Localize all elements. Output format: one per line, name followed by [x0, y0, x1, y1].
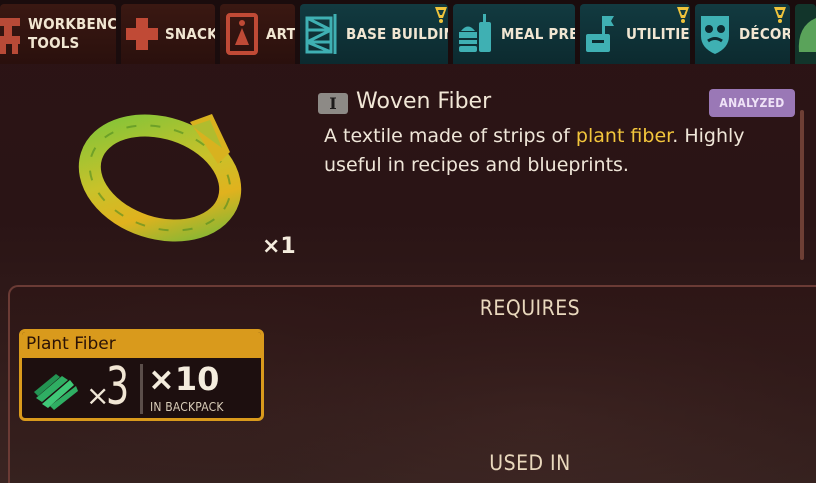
tab-workbench-tools[interactable]: WORKBENCH TOOLS	[0, 4, 116, 64]
tab-utilities[interactable]: UTILITIES	[580, 4, 690, 64]
mailbox-icon	[586, 16, 614, 52]
alert-badge-icon	[774, 7, 786, 23]
tab-base-building[interactable]: BASE BUILDING	[300, 4, 448, 64]
category-tab-bar: WORKBENCH TOOLS SNACKS ART	[0, 0, 816, 64]
shield-face-icon	[701, 16, 729, 54]
leaf-icon	[798, 18, 816, 52]
ingredient-owned-count: ×10	[148, 360, 220, 398]
used-in-heading: USED IN	[489, 451, 571, 475]
tab-label: BASE BUILDING	[346, 24, 448, 43]
woven-fiber-ring-icon	[78, 114, 242, 242]
alert-badge-icon	[435, 7, 447, 23]
alert-badge-icon	[677, 7, 689, 23]
item-quantity: ×1	[262, 234, 296, 259]
tab-label: WORKBENCH	[28, 15, 116, 33]
crafting-screen: WORKBENCH TOOLS SNACKS ART	[0, 0, 816, 483]
scaffold-icon	[305, 14, 337, 54]
workbench-tools-icon	[0, 18, 20, 54]
description-highlight: plant fiber	[575, 125, 673, 147]
plant-fiber-icon	[34, 374, 78, 410]
food-icon	[459, 14, 491, 52]
ingredient-location: IN BACKPACK	[150, 400, 224, 414]
item-description: A textile made of strips of plant fiber.…	[324, 122, 794, 180]
ingredient-required-count: 3	[106, 357, 130, 417]
tab-snacks[interactable]: SNACKS	[121, 4, 215, 64]
tab-next-partial[interactable]	[795, 4, 816, 64]
tab-label: DÉCOR	[739, 24, 790, 43]
tab-label: ART	[266, 24, 295, 43]
requires-heading: REQUIRES	[479, 296, 581, 320]
description-scrollbar[interactable]	[800, 110, 804, 260]
analyzed-status-badge: ANALYZED	[709, 89, 795, 117]
easel-icon	[226, 13, 258, 55]
tab-label: UTILITIES	[626, 24, 690, 43]
tier-badge: I	[318, 93, 348, 114]
item-title: Woven Fiber	[356, 89, 492, 114]
ingredient-name: Plant Fiber	[26, 334, 116, 354]
tab-label: SNACKS	[165, 24, 215, 43]
ingredient-header: Plant Fiber	[22, 332, 261, 358]
description-text: A textile made of strips of	[324, 125, 576, 147]
tab-label: MEAL PREP	[501, 24, 575, 43]
ingredient-card-plant-fiber[interactable]: Plant Fiber × 3 ×10 IN BACKPACK	[19, 329, 264, 421]
tab-meal-prep[interactable]: MEAL PREP	[453, 4, 575, 64]
ingredient-divider	[140, 364, 143, 414]
tab-art[interactable]: ART	[220, 4, 295, 64]
tab-label: TOOLS	[28, 34, 80, 52]
tab-decor[interactable]: DÉCOR	[695, 4, 790, 64]
medical-cross-icon	[126, 18, 158, 50]
